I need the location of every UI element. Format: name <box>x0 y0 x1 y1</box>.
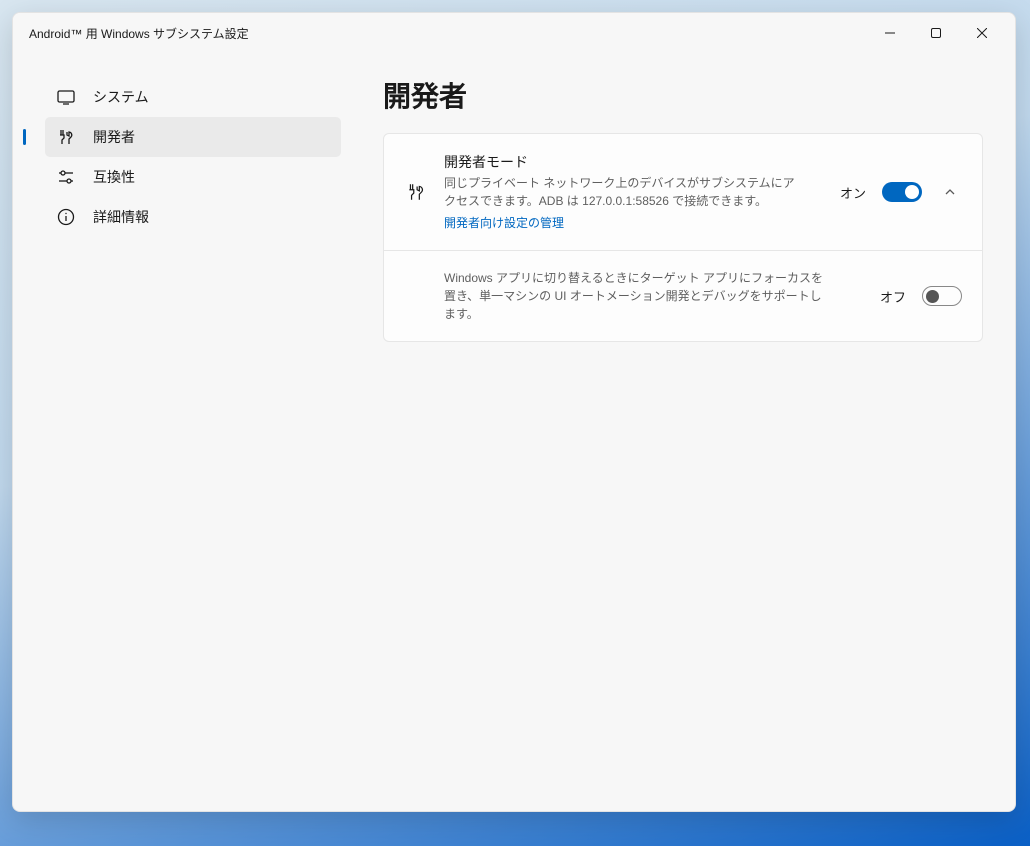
toggle-state-label: オン <box>840 183 866 202</box>
sidebar-item-label: 開発者 <box>93 127 135 147</box>
toggle-state-label: オフ <box>880 287 906 306</box>
manage-developer-settings-link[interactable]: 開発者向け設定の管理 <box>444 214 564 231</box>
setting-description: 同じプライベート ネットワーク上のデバイスがサブシステムにアクセスできます。AD… <box>444 174 804 210</box>
sidebar: システム 開発者 互換性 詳細情報 <box>13 53 353 811</box>
sidebar-item-label: 詳細情報 <box>93 207 149 227</box>
developer-mode-toggle[interactable] <box>882 182 922 202</box>
titlebar: Android™ 用 Windows サブシステム設定 <box>13 13 1015 53</box>
setting-row-developer-mode[interactable]: 開発者モード 同じプライベート ネットワーク上のデバイスがサブシステムにアクセス… <box>384 134 982 250</box>
setting-row-ui-automation: Windows アプリに切り替えるときにターゲット アプリにフォーカスを置き、単… <box>384 250 982 341</box>
tools-icon <box>404 182 428 202</box>
setting-text: 開発者モード 同じプライベート ネットワーク上のデバイスがサブシステムにアクセス… <box>444 152 824 232</box>
main-content: 開発者 開発者モード 同じプライベート ネットワーク上のデバイスがサブシステムに… <box>353 53 1015 811</box>
sidebar-item-compatibility[interactable]: 互換性 <box>45 157 341 197</box>
setting-title: 開発者モード <box>444 152 824 172</box>
window-body: システム 開発者 互換性 詳細情報 開発者 <box>13 53 1015 811</box>
setting-description: Windows アプリに切り替えるときにターゲット アプリにフォーカスを置き、単… <box>444 269 824 323</box>
app-window: Android™ 用 Windows サブシステム設定 システム 開発者 <box>12 12 1016 812</box>
sliders-icon <box>57 168 75 186</box>
tools-icon <box>57 128 75 146</box>
setting-text: Windows アプリに切り替えるときにターゲット アプリにフォーカスを置き、単… <box>444 269 864 323</box>
info-icon <box>57 208 75 226</box>
page-title: 開発者 <box>383 75 983 115</box>
sidebar-item-label: システム <box>93 87 149 107</box>
ui-automation-toggle[interactable] <box>922 286 962 306</box>
sidebar-item-label: 互換性 <box>93 167 135 187</box>
sidebar-item-about[interactable]: 詳細情報 <box>45 197 341 237</box>
sidebar-item-system[interactable]: システム <box>45 77 341 117</box>
window-title: Android™ 用 Windows サブシステム設定 <box>29 25 867 42</box>
settings-card: 開発者モード 同じプライベート ネットワーク上のデバイスがサブシステムにアクセス… <box>383 133 983 342</box>
maximize-button[interactable] <box>913 17 959 49</box>
minimize-button[interactable] <box>867 17 913 49</box>
close-button[interactable] <box>959 17 1005 49</box>
sidebar-item-developer[interactable]: 開発者 <box>45 117 341 157</box>
display-icon <box>57 88 75 106</box>
chevron-up-icon[interactable] <box>938 186 962 198</box>
